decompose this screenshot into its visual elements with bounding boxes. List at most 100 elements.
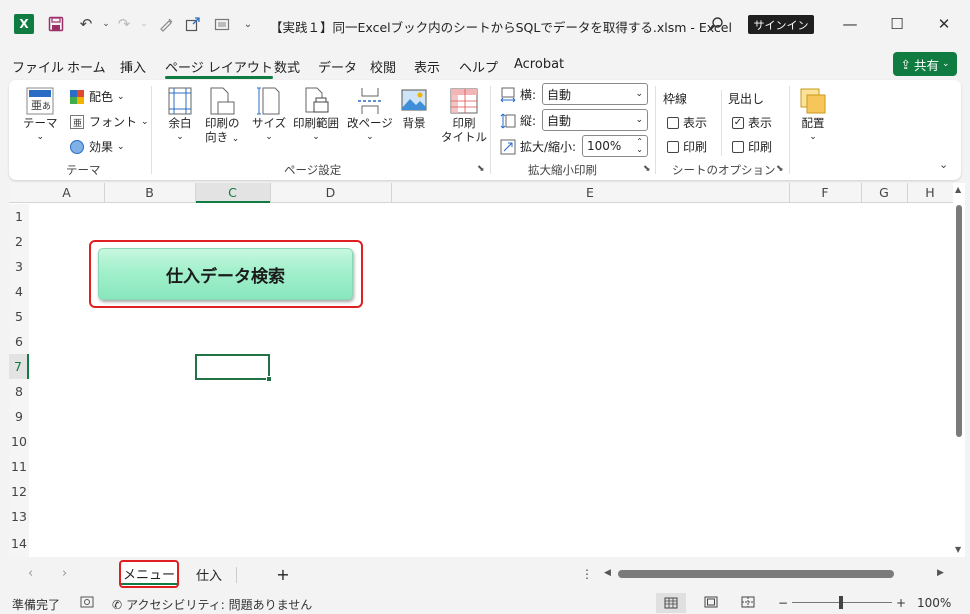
column-header-h[interactable]: H	[907, 183, 953, 203]
zoom-slider-thumb[interactable]	[839, 596, 843, 609]
scale-spin-icon[interactable]: ⌃ ⌄	[636, 138, 643, 154]
row-header-2[interactable]: 2	[9, 229, 29, 254]
gridlines-view-checkbox[interactable]: 表示	[667, 114, 707, 131]
tab-view[interactable]: 表示	[414, 57, 440, 76]
effects-button[interactable]: 効果 ⌄	[69, 138, 125, 155]
zoom-out-button[interactable]: −	[778, 596, 788, 610]
headings-view-checkbox[interactable]: ✓ 表示	[732, 114, 772, 131]
minimize-button[interactable]: —	[830, 10, 870, 38]
search-icon[interactable]	[706, 14, 726, 34]
more-options-icon[interactable]: ⋮	[581, 567, 593, 581]
worksheet[interactable]: A B C D E F G H 1 2 3 4 5 6 7 8 9 10 11 …	[9, 183, 965, 557]
excel-logo-icon: X	[14, 14, 34, 34]
zoom-level[interactable]: 100%	[917, 596, 951, 610]
format-painter-icon[interactable]	[156, 14, 176, 34]
share-button[interactable]: ⇪ 共有 ⌄	[893, 52, 957, 76]
column-header-d[interactable]: D	[270, 183, 391, 203]
scale-spinner[interactable]: 100% ⌃ ⌄	[582, 135, 648, 157]
maximize-button[interactable]: ☐	[877, 10, 917, 38]
margins-button[interactable]: 余白 ⌄	[165, 86, 195, 144]
share-window-icon[interactable]	[183, 14, 203, 34]
scroll-up-icon[interactable]: ▲	[955, 185, 961, 194]
theme-button[interactable]: 亜あ テーマ ⌄	[23, 86, 58, 144]
signin-button[interactable]: サインイン	[748, 15, 814, 34]
vertical-scroll-thumb[interactable]	[956, 205, 962, 437]
tab-scroll-left-icon[interactable]: ‹	[28, 566, 33, 581]
purchase-data-search-button[interactable]: 仕入データ検索	[98, 248, 353, 300]
column-header-b[interactable]: B	[104, 183, 195, 203]
row-header-13[interactable]: 13	[9, 504, 29, 529]
size-button[interactable]: サイズ ⌄	[252, 86, 286, 144]
collapse-ribbon-icon[interactable]: ⌄	[939, 158, 948, 171]
gridlines-print-checkbox[interactable]: 印刷	[667, 138, 707, 155]
print-area-button[interactable]: 印刷範囲 ⌄	[293, 86, 339, 144]
row-header-4[interactable]: 4	[9, 279, 29, 304]
sheet-tab-purchase[interactable]: 仕入	[190, 560, 228, 588]
save-icon[interactable]	[46, 14, 66, 34]
page-break-view-button[interactable]	[741, 596, 755, 608]
zoom-in-button[interactable]: +	[896, 596, 906, 610]
tab-page-layout[interactable]: ページ レイアウト	[165, 57, 273, 79]
undo-icon[interactable]: ↶	[76, 14, 96, 34]
redo-icon: ↷	[117, 15, 131, 33]
fonts-button[interactable]: 亜 フォント ⌄	[69, 113, 149, 130]
row-header-11[interactable]: 11	[9, 454, 29, 479]
row-header-9[interactable]: 9	[9, 404, 29, 429]
print-titles-button[interactable]: 印刷 タイトル	[441, 86, 487, 144]
page-setup-launcher-icon[interactable]: ⬊	[477, 164, 485, 174]
row-header-12[interactable]: 12	[9, 479, 29, 504]
tab-review[interactable]: 校閲	[370, 57, 396, 76]
tab-file[interactable]: ファイル	[12, 57, 64, 76]
row-header-7[interactable]: 7	[9, 354, 29, 379]
active-cell-c7[interactable]	[195, 354, 272, 382]
tab-data[interactable]: データ	[318, 57, 357, 76]
row-header-3[interactable]: 3	[9, 254, 29, 279]
column-header-f[interactable]: F	[789, 183, 861, 203]
width-select[interactable]: 自動 ⌄	[542, 83, 648, 105]
column-header-c[interactable]: C	[195, 183, 270, 203]
sheet-tab-menu[interactable]: メニュー	[119, 560, 179, 588]
scale-launcher-icon[interactable]: ⬊	[643, 164, 651, 174]
hscroll-left-icon[interactable]: ◀	[604, 568, 611, 578]
add-sheet-button[interactable]: +	[272, 560, 294, 588]
column-header-g[interactable]: G	[861, 183, 907, 203]
colors-button[interactable]: 配色 ⌄	[69, 88, 125, 105]
vertical-scrollbar[interactable]: ▲ ▼	[953, 183, 965, 557]
fill-handle[interactable]	[266, 376, 272, 382]
row-header-5[interactable]: 5	[9, 304, 29, 329]
height-select[interactable]: 自動 ⌄	[542, 109, 648, 131]
row-header-14[interactable]: 14	[9, 529, 29, 557]
accessibility-status[interactable]: ✆ アクセシビリティ: 問題ありません	[112, 596, 312, 613]
scroll-down-icon[interactable]: ▼	[955, 545, 961, 554]
row-header-6[interactable]: 6	[9, 329, 29, 354]
select-all-corner[interactable]	[9, 183, 29, 203]
tab-acrobat[interactable]: Acrobat	[514, 57, 564, 72]
tab-home[interactable]: ホーム	[67, 57, 106, 76]
undo-dropdown-icon[interactable]: ⌄	[96, 14, 116, 34]
horizontal-scroll-thumb[interactable]	[618, 570, 894, 578]
normal-view-button[interactable]	[656, 593, 686, 613]
column-header-e[interactable]: E	[391, 183, 789, 203]
row-header-10[interactable]: 10	[9, 429, 29, 454]
background-button[interactable]: 背景	[399, 86, 429, 130]
tab-help[interactable]: ヘルプ	[459, 57, 498, 76]
sheet-options-launcher-icon[interactable]: ⬊	[776, 164, 784, 174]
page-layout-view-button[interactable]	[704, 596, 718, 608]
customize-toolbar-icon[interactable]: ⌄	[238, 14, 258, 34]
tab-scroll-right-icon[interactable]: ›	[62, 566, 67, 581]
tab-insert[interactable]: 挿入	[120, 57, 146, 76]
arrange-button[interactable]: 配置 ⌄	[798, 86, 828, 144]
row-header-1[interactable]: 1	[9, 204, 29, 229]
row-header-8[interactable]: 8	[9, 379, 29, 404]
effects-icon	[69, 139, 85, 155]
hscroll-right-icon[interactable]: ▶	[937, 568, 944, 578]
close-button[interactable]: ✕	[924, 10, 964, 38]
screenshot-icon[interactable]	[212, 14, 232, 34]
column-header-a[interactable]: A	[29, 183, 104, 203]
orientation-button[interactable]: 印刷の 向き ⌄	[205, 86, 240, 146]
headings-print-checkbox[interactable]: 印刷	[732, 138, 772, 155]
breaks-button[interactable]: 改ページ ⌄	[347, 86, 393, 144]
macro-record-icon[interactable]	[80, 596, 94, 608]
ribbon-tabs: ファイル ホーム 挿入 ページ レイアウト 数式 データ 校閲 表示 ヘルプ A…	[0, 50, 970, 79]
tab-formulas[interactable]: 数式	[274, 57, 300, 76]
